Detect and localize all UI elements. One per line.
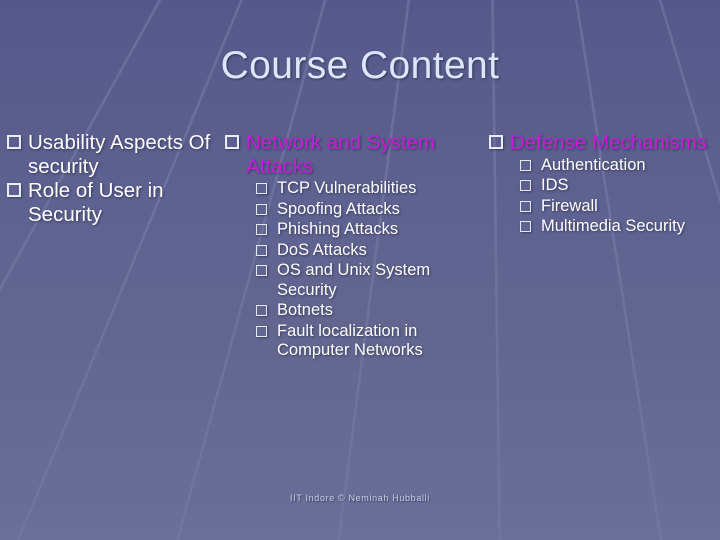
- list-item: Authentication: [488, 156, 716, 176]
- list-item-label: Phishing Attacks: [277, 220, 399, 238]
- hollow-square-bullet-icon: [520, 159, 531, 171]
- list-item-label: DoS Attacks: [277, 240, 367, 259]
- list-item-label: Authentication: [541, 155, 646, 174]
- bullet-list-right: Defense Mechanisms: [488, 131, 716, 155]
- hollow-square-bullet-icon: [256, 244, 267, 256]
- list-item-label: Multimedia Security: [541, 217, 685, 235]
- list-item: IDS: [488, 176, 716, 196]
- list-item: OS and Unix System Security: [224, 261, 480, 300]
- list-item-label: Firewall: [541, 196, 598, 215]
- list-item-label: Fault localization in Computer Networks: [277, 321, 423, 360]
- slide-footer-credit: IIT Indore © Neminah Hubballi: [290, 493, 430, 503]
- bullet-list-left: Usability Aspects Of security Role of Us…: [6, 131, 224, 226]
- content-column-middle: Network and System Attacks TCP Vulnerabi…: [224, 131, 480, 362]
- list-item-label: IDS: [541, 176, 569, 194]
- list-item: Firewall: [488, 197, 716, 217]
- bullet-list-middle: Network and System Attacks: [224, 131, 480, 178]
- content-column-left: Usability Aspects Of security Role of Us…: [6, 131, 224, 227]
- list-item-label: TCP Vulnerabilities: [277, 179, 417, 197]
- list-item: Usability Aspects Of security: [6, 131, 224, 178]
- hollow-square-bullet-icon: [256, 305, 267, 316]
- list-item-label: Spoofing Attacks: [277, 199, 400, 218]
- hollow-square-bullet-icon: [520, 200, 531, 212]
- hollow-square-bullet-icon: [256, 224, 267, 235]
- hollow-square-bullet-icon: [7, 135, 21, 149]
- hollow-square-bullet-icon: [7, 183, 21, 197]
- slide-title: Course Content: [220, 44, 500, 87]
- list-item: TCP Vulnerabilities: [224, 179, 480, 199]
- hollow-square-bullet-icon: [489, 135, 503, 149]
- list-item-heading[interactable]: Defense Mechanisms: [488, 131, 716, 155]
- list-item-label: Botnets: [277, 301, 333, 319]
- hollow-square-bullet-icon: [256, 203, 267, 215]
- list-item-heading[interactable]: Network and System Attacks: [224, 131, 480, 178]
- list-item-label: Network and System Attacks: [246, 131, 436, 178]
- list-item: Fault localization in Computer Networks: [224, 322, 480, 361]
- hollow-square-bullet-icon: [520, 180, 531, 191]
- list-item-label: OS and Unix System Security: [277, 261, 431, 299]
- list-item: Botnets: [224, 301, 480, 321]
- list-item-label: Usability Aspects Of security: [28, 131, 211, 178]
- hollow-square-bullet-icon: [256, 265, 267, 276]
- list-item: Phishing Attacks: [224, 220, 480, 240]
- hollow-square-bullet-icon: [256, 183, 267, 194]
- content-column-right: Defense Mechanisms Authentication IDS Fi…: [488, 131, 716, 238]
- hollow-square-bullet-icon: [256, 325, 267, 337]
- list-item-label: Role of User in Security: [28, 179, 164, 226]
- list-item: Spoofing Attacks: [224, 200, 480, 220]
- sub-bullet-list-right: Authentication IDS Firewall Multimedia S…: [488, 156, 716, 237]
- hollow-square-bullet-icon: [225, 135, 239, 149]
- hollow-square-bullet-icon: [520, 221, 531, 232]
- sub-bullet-list-middle: TCP Vulnerabilities Spoofing Attacks Phi…: [224, 179, 480, 361]
- list-item-label: Defense Mechanisms: [510, 131, 708, 154]
- list-item: DoS Attacks: [224, 241, 480, 261]
- list-item: Role of User in Security: [6, 179, 224, 226]
- presentation-slide: Course Content Usability Aspects Of secu…: [0, 0, 720, 540]
- list-item: Multimedia Security: [488, 217, 716, 237]
